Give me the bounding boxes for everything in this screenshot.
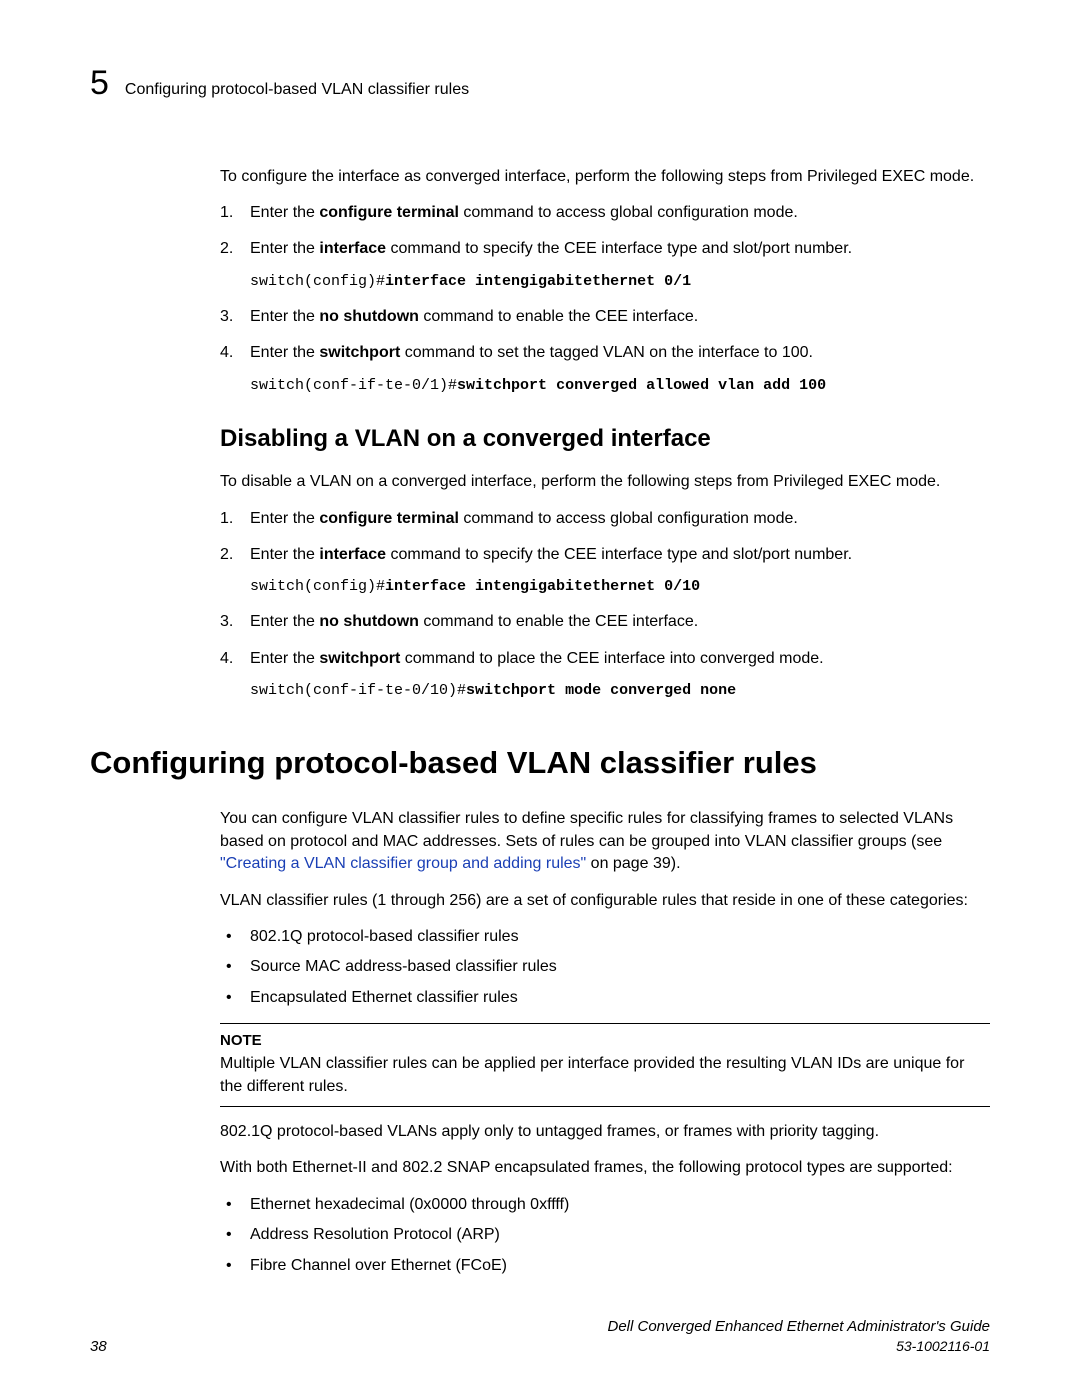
step-item: Enter the interface command to specify t… <box>220 544 990 597</box>
step-item: Enter the no shutdown command to enable … <box>220 611 990 633</box>
step-item: Enter the no shutdown command to enable … <box>220 306 990 328</box>
bullet-item: Fibre Channel over Ethernet (FCoE) <box>220 1255 990 1277</box>
cross-reference-link[interactable]: "Creating a VLAN classifier group and ad… <box>220 855 586 872</box>
step-text-bold: configure terminal <box>319 510 459 527</box>
bullet-item: Encapsulated Ethernet classifier rules <box>220 987 990 1009</box>
bullet-item: 802.1Q protocol-based classifier rules <box>220 926 990 948</box>
step-item: Enter the interface command to specify t… <box>220 238 990 291</box>
code-block: switch(conf-if-te-0/1)#switchport conver… <box>250 375 990 396</box>
step-text-post: command to specify the CEE interface typ… <box>386 240 852 257</box>
code-block: switch(config)#interface intengigabiteth… <box>250 271 990 292</box>
step-text-post: command to enable the CEE interface. <box>419 613 698 630</box>
chapter-number: 5 <box>90 60 109 108</box>
body-paragraph: VLAN classifier rules (1 through 256) ar… <box>220 890 990 912</box>
bullet-item: Source MAC address-based classifier rule… <box>220 956 990 978</box>
step-text-bold: configure terminal <box>319 204 459 221</box>
step-text-bold: interface <box>319 546 386 563</box>
step-text-pre: Enter the <box>250 240 319 257</box>
step-text-pre: Enter the <box>250 510 319 527</box>
step-item: Enter the switchport command to set the … <box>220 342 990 395</box>
page-header: 5 Configuring protocol-based VLAN classi… <box>90 60 990 108</box>
code-prefix: switch(conf-if-te-0/1)# <box>250 377 457 394</box>
step-text-post: command to access global configuration m… <box>459 510 798 527</box>
page-footer: 38 Dell Converged Enhanced Ethernet Admi… <box>90 1316 990 1357</box>
bullet-list-protocols: Ethernet hexadecimal (0x0000 through 0xf… <box>220 1194 990 1277</box>
step-item: Enter the configure terminal command to … <box>220 508 990 530</box>
page-number: 38 <box>90 1336 107 1357</box>
step-item: Enter the configure terminal command to … <box>220 202 990 224</box>
body-paragraph: You can configure VLAN classifier rules … <box>220 808 990 875</box>
note-label: NOTE <box>220 1030 990 1051</box>
body-paragraph: With both Ethernet-II and 802.2 SNAP enc… <box>220 1157 990 1179</box>
doc-id: 53-1002116-01 <box>607 1337 990 1357</box>
doc-title: Dell Converged Enhanced Ethernet Adminis… <box>607 1318 990 1335</box>
code-bold: interface intengigabitethernet 0/1 <box>385 273 691 290</box>
step-text-bold: switchport <box>319 650 400 667</box>
step-text-pre: Enter the <box>250 204 319 221</box>
step-text-post: command to enable the CEE interface. <box>419 308 698 325</box>
step-text-bold: no shutdown <box>319 308 419 325</box>
step-text-post: command to place the CEE interface into … <box>400 650 823 667</box>
bullet-item: Address Resolution Protocol (ARP) <box>220 1224 990 1246</box>
para-text-pre: You can configure VLAN classifier rules … <box>220 810 953 849</box>
code-prefix: switch(config)# <box>250 578 385 595</box>
body-paragraph: 802.1Q protocol-based VLANs apply only t… <box>220 1121 990 1143</box>
code-prefix: switch(config)# <box>250 273 385 290</box>
code-bold: interface intengigabitethernet 0/10 <box>385 578 700 595</box>
code-bold: switchport mode converged none <box>466 682 736 699</box>
steps-list-a: Enter the configure terminal command to … <box>220 202 990 396</box>
code-block: switch(conf-if-te-0/10)#switchport mode … <box>250 680 990 701</box>
step-text-post: command to specify the CEE interface typ… <box>386 546 852 563</box>
step-text-post: command to access global configuration m… <box>459 204 798 221</box>
intro-paragraph: To configure the interface as converged … <box>220 166 990 188</box>
step-text-pre: Enter the <box>250 546 319 563</box>
step-text-pre: Enter the <box>250 650 319 667</box>
note-text: Multiple VLAN classifier rules can be ap… <box>220 1053 990 1098</box>
step-text-pre: Enter the <box>250 344 319 361</box>
heading-disabling-vlan: Disabling a VLAN on a converged interfac… <box>220 422 990 456</box>
bullet-list-categories: 802.1Q protocol-based classifier rules S… <box>220 926 990 1009</box>
intro-paragraph: To disable a VLAN on a converged interfa… <box>220 471 990 493</box>
footer-right: Dell Converged Enhanced Ethernet Adminis… <box>607 1316 990 1357</box>
code-bold: switchport converged allowed vlan add 10… <box>457 377 826 394</box>
section-vlan-classifier-body: You can configure VLAN classifier rules … <box>220 808 990 1276</box>
step-item: Enter the switchport command to place th… <box>220 648 990 701</box>
running-title: Configuring protocol-based VLAN classifi… <box>125 79 469 101</box>
note-block: NOTE Multiple VLAN classifier rules can … <box>220 1023 990 1107</box>
step-text-post: command to set the tagged VLAN on the in… <box>400 344 813 361</box>
para-text-post: on page 39). <box>586 855 680 872</box>
step-text-bold: switchport <box>319 344 400 361</box>
heading-configuring-vlan-rules: Configuring protocol-based VLAN classifi… <box>90 741 990 784</box>
section-configure-converged: To configure the interface as converged … <box>220 166 990 702</box>
step-text-bold: interface <box>319 240 386 257</box>
step-text-pre: Enter the <box>250 613 319 630</box>
step-text-bold: no shutdown <box>319 613 419 630</box>
steps-list-b: Enter the configure terminal command to … <box>220 508 990 702</box>
bullet-item: Ethernet hexadecimal (0x0000 through 0xf… <box>220 1194 990 1216</box>
step-text-pre: Enter the <box>250 308 319 325</box>
code-block: switch(config)#interface intengigabiteth… <box>250 576 990 597</box>
code-prefix: switch(conf-if-te-0/10)# <box>250 682 466 699</box>
